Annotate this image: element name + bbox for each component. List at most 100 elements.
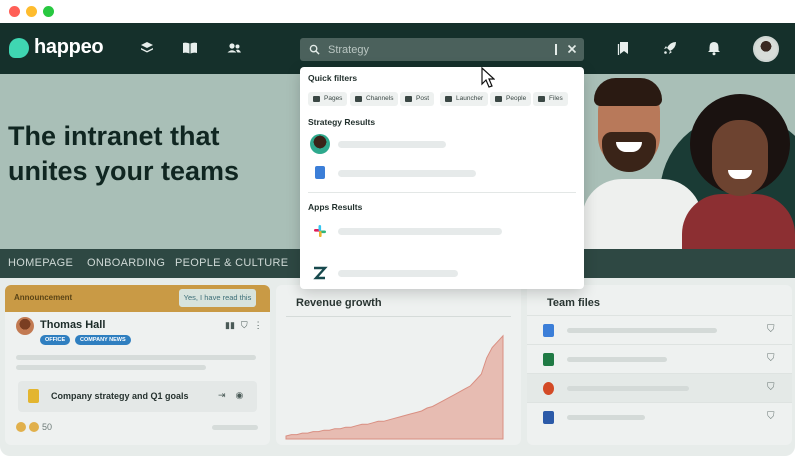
result-person[interactable]	[308, 132, 576, 156]
apps-results-label: Apps Results	[308, 202, 363, 212]
stats-icon[interactable]: ▮▮	[225, 320, 235, 331]
widget-title: Team files	[547, 297, 600, 309]
file-row[interactable]: ⛉	[527, 315, 792, 344]
text-placeholder	[212, 425, 258, 430]
text-placeholder	[567, 386, 689, 391]
text-placeholder	[338, 270, 458, 277]
announcement-label: Announcement	[14, 293, 73, 302]
filter-pages[interactable]: Pages	[308, 92, 348, 106]
browser-window: happeo Strategy The intranet that unites…	[0, 0, 795, 456]
post-icon	[405, 96, 412, 102]
document-title[interactable]: Company strategy and Q1 goals	[51, 391, 189, 401]
tag-company-news[interactable]: COMPANY NEWS	[75, 335, 131, 345]
attached-document[interactable]: Company strategy and Q1 goals ⇥ ◉	[18, 381, 257, 412]
bookmark-icon[interactable]: ⛉	[241, 320, 248, 331]
text-placeholder	[338, 170, 476, 177]
google-docs-icon	[310, 163, 330, 183]
text-placeholder	[567, 328, 717, 333]
text-placeholder	[567, 415, 645, 420]
author-avatar[interactable]	[16, 317, 34, 335]
result-document[interactable]	[308, 161, 576, 185]
logo-text: happeo	[34, 36, 104, 58]
text-placeholder	[567, 357, 667, 362]
reactions[interactable]: 50	[16, 422, 52, 432]
heart-hands-icon	[29, 422, 39, 432]
person-face	[712, 120, 768, 196]
text-placeholder	[16, 365, 206, 370]
bookmark-icon[interactable]: ⛉	[767, 324, 775, 335]
nav-item-people-culture[interactable]: PEOPLE & CULTURE	[175, 257, 288, 269]
person-hair	[594, 78, 662, 106]
file-row[interactable]: ⛉	[527, 373, 792, 402]
result-app-slack[interactable]	[308, 219, 576, 243]
bell-icon[interactable]	[706, 40, 722, 56]
quick-filters-label: Quick filters	[308, 73, 358, 83]
bookmarks-icon[interactable]	[616, 40, 632, 56]
text-cursor	[555, 44, 557, 55]
layers-icon[interactable]	[139, 40, 155, 56]
file-row[interactable]: ⛉	[527, 402, 792, 431]
search-results-dropdown: Quick filters Pages Channels Post Launch…	[300, 67, 584, 289]
tag-office[interactable]: OFFICE	[40, 335, 71, 345]
announcement-actions: ▮▮ ⛉ ⋮	[225, 320, 263, 331]
logo-mark-icon	[9, 37, 29, 58]
word-icon	[543, 411, 554, 424]
widget-title: Revenue growth	[296, 297, 382, 309]
filter-post[interactable]: Post	[400, 92, 435, 106]
text-placeholder	[16, 355, 256, 360]
close-icon[interactable]	[565, 42, 579, 56]
bookmark-icon[interactable]: ⛉	[767, 411, 775, 422]
user-avatar[interactable]	[753, 36, 779, 62]
filter-files[interactable]: Files	[533, 92, 568, 106]
view-icon[interactable]: ◉	[236, 390, 244, 401]
search-bar[interactable]	[300, 38, 584, 61]
happeo-app: happeo Strategy The intranet that unites…	[0, 23, 795, 456]
clap-icon	[16, 422, 26, 432]
bookmark-icon[interactable]: ⛉	[767, 382, 775, 393]
hero-title-line-1: The intranet that	[8, 121, 220, 151]
search-icon	[309, 44, 320, 55]
google-docs-icon	[543, 324, 554, 337]
pages-icon	[313, 96, 320, 102]
announcement-widget: Announcement Yes, I have read this Thoma…	[5, 285, 270, 445]
person-beard	[602, 132, 656, 172]
files-icon	[538, 96, 545, 102]
book-icon[interactable]	[182, 40, 198, 56]
team-files-widget: Team files ⛉ ⛉ ⛉ ⛉	[527, 285, 792, 445]
close-window-button[interactable]	[9, 6, 20, 17]
document-actions: ⇥ ◉	[218, 390, 243, 401]
strategy-results-label: Strategy Results	[308, 117, 376, 127]
window-titlebar	[0, 0, 795, 23]
open-icon[interactable]: ⇥	[218, 390, 226, 401]
more-icon[interactable]: ⋮	[254, 320, 263, 331]
text-placeholder	[338, 228, 502, 235]
people-icon[interactable]	[226, 40, 242, 56]
hero-title: The intranet that unites your teams	[8, 119, 288, 189]
filter-people[interactable]: People	[490, 92, 532, 106]
person-avatar	[310, 134, 330, 154]
hero-title-line-2: unites your teams	[8, 156, 240, 186]
file-row[interactable]: ⛉	[527, 344, 792, 373]
excel-icon	[543, 353, 554, 366]
search-input[interactable]	[328, 41, 548, 58]
divider	[308, 192, 576, 193]
minimize-window-button[interactable]	[26, 6, 37, 17]
nav-item-homepage[interactable]: HOMEPAGE	[8, 257, 73, 269]
filter-channels[interactable]: Channels	[350, 92, 399, 106]
mouse-pointer-icon	[481, 67, 495, 88]
channels-icon	[355, 96, 362, 102]
happeo-logo[interactable]: happeo	[9, 36, 104, 59]
mark-as-read-button[interactable]: Yes, I have read this	[179, 289, 256, 307]
maximize-window-button[interactable]	[43, 6, 54, 17]
author-name[interactable]: Thomas Hall	[40, 319, 105, 331]
people-icon	[495, 96, 502, 102]
revenue-area	[285, 334, 504, 440]
rocket-icon[interactable]	[662, 40, 678, 56]
result-app-zendesk[interactable]	[308, 261, 576, 285]
filter-launcher[interactable]: Launcher	[440, 92, 489, 106]
nav-item-onboarding[interactable]: ONBOARDING	[87, 257, 165, 269]
bookmark-icon[interactable]: ⛉	[767, 353, 775, 364]
revenue-widget: Revenue growth	[276, 285, 521, 445]
zendesk-icon	[313, 266, 328, 280]
launcher-icon	[445, 96, 452, 102]
